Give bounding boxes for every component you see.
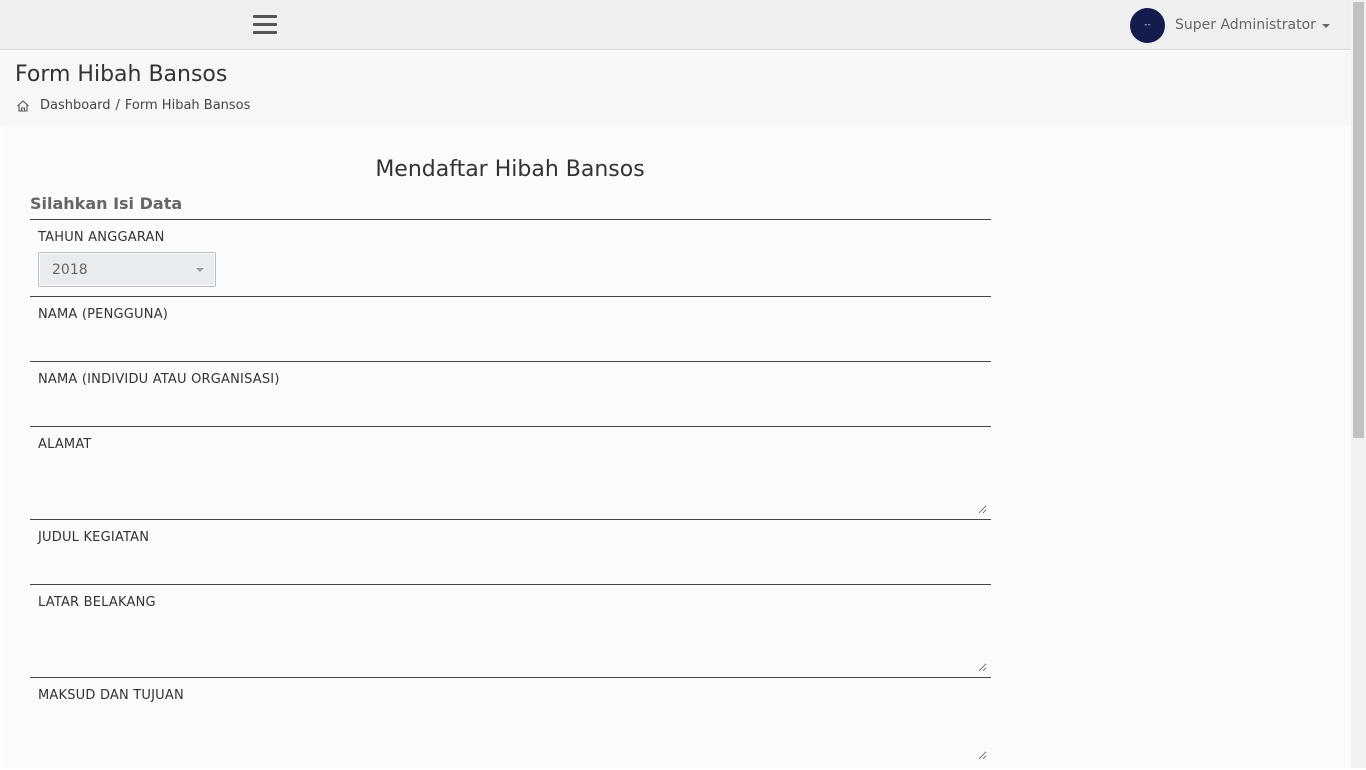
hamburger-menu-icon[interactable] xyxy=(253,15,277,37)
hibah-bansos-form: TAHUN ANGGARAN 2018 NAMA (PENGGUNA) NAMA… xyxy=(30,219,991,770)
field-alamat: ALAMAT xyxy=(30,426,991,519)
tahun-anggaran-label: TAHUN ANGGARAN xyxy=(38,230,165,245)
field-judul-kegiatan: JUDUL KEGIATAN xyxy=(30,519,991,584)
tahun-anggaran-select[interactable]: 2018 xyxy=(38,252,216,287)
main-content: Mendaftar Hibah Bansos Silahkan Isi Data… xyxy=(4,126,1351,768)
page-title: Form Hibah Bansos xyxy=(15,62,228,87)
nama-individu-label: NAMA (INDIVIDU ATAU ORGANISASI) xyxy=(38,372,280,387)
breadcrumb-dashboard-link[interactable]: Dashboard xyxy=(40,98,111,113)
top-navbar: -- Super Administrator xyxy=(0,0,1351,50)
alamat-textarea[interactable] xyxy=(34,459,987,514)
breadcrumb-separator: / xyxy=(115,98,120,113)
alamat-label: ALAMAT xyxy=(38,437,92,452)
scrollbar-thumb[interactable] xyxy=(1353,2,1364,438)
form-heading: Mendaftar Hibah Bansos xyxy=(375,157,645,182)
field-maksud-tujuan: MAKSUD DAN TUJUAN xyxy=(30,677,991,770)
judul-kegiatan-label: JUDUL KEGIATAN xyxy=(38,530,150,545)
latar-belakang-label: LATAR BELAKANG xyxy=(38,595,156,610)
field-nama-pengguna: NAMA (PENGGUNA) xyxy=(30,296,991,361)
nama-pengguna-input[interactable] xyxy=(30,329,991,359)
caret-down-icon[interactable] xyxy=(1321,24,1330,28)
maksud-tujuan-label: MAKSUD DAN TUJUAN xyxy=(38,688,184,703)
breadcrumb-current: Form Hibah Bansos xyxy=(124,98,251,113)
user-name[interactable]: Super Administrator xyxy=(1175,17,1316,33)
latar-belakang-textarea[interactable] xyxy=(34,617,987,672)
field-tahun-anggaran: TAHUN ANGGARAN 2018 xyxy=(30,219,991,296)
user-menu[interactable]: -- Super Administrator xyxy=(1130,7,1330,43)
field-latar-belakang: LATAR BELAKANG xyxy=(30,584,991,677)
nama-pengguna-label: NAMA (PENGGUNA) xyxy=(38,307,169,322)
field-nama-individu: NAMA (INDIVIDU ATAU ORGANISASI) xyxy=(30,361,991,426)
vertical-scrollbar[interactable] xyxy=(1351,0,1366,768)
section-title: Silahkan Isi Data xyxy=(30,194,183,213)
judul-kegiatan-input[interactable] xyxy=(30,552,991,582)
avatar[interactable]: -- xyxy=(1130,7,1165,43)
breadcrumb: Dashboard / Form Hibah Bansos xyxy=(16,98,250,113)
tahun-anggaran-value: 2018 xyxy=(52,262,88,278)
maksud-tujuan-textarea[interactable] xyxy=(34,710,987,760)
nama-individu-input[interactable] xyxy=(30,394,991,424)
page-header: Form Hibah Bansos Dashboard / Form Hibah… xyxy=(0,51,1351,126)
home-icon[interactable] xyxy=(16,99,30,113)
chevron-down-icon xyxy=(196,268,204,272)
